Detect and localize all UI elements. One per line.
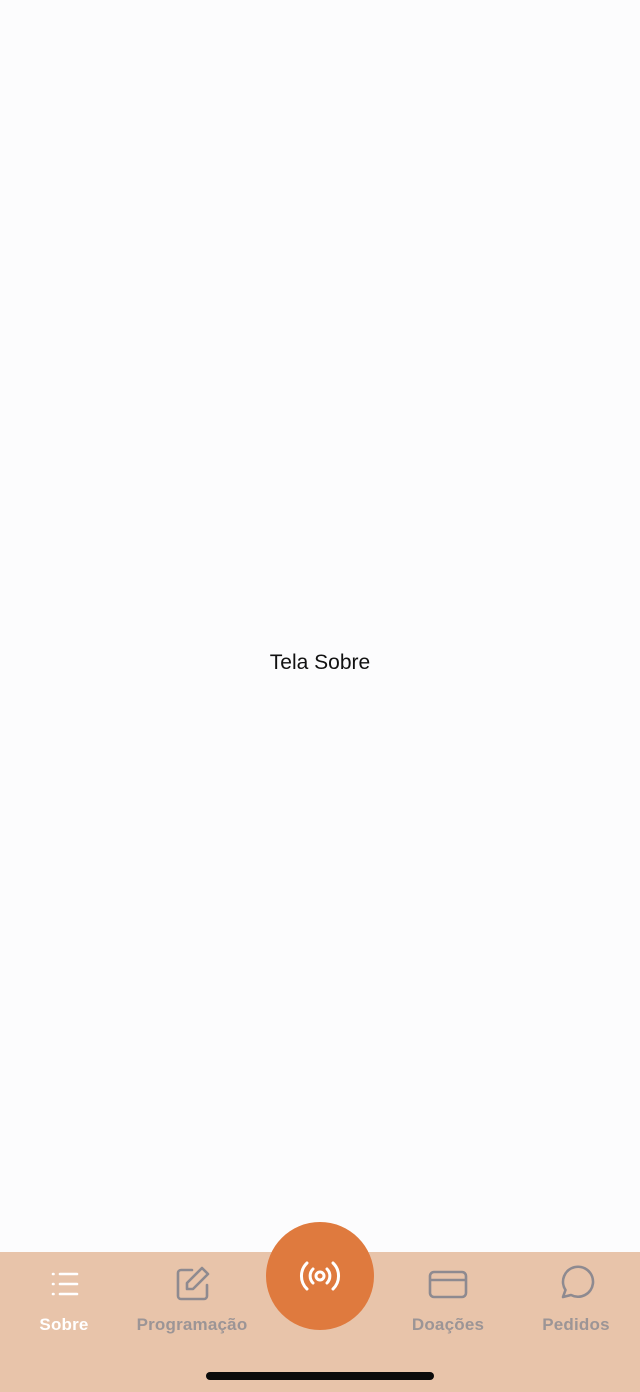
screen-content: Tela Sobre [0,0,640,1252]
radio-broadcast-icon [300,1261,340,1291]
tab-label-sobre: Sobre [39,1315,89,1334]
tab-label-programacao: Programação [136,1315,248,1334]
tab-pedidos[interactable]: Pedidos [512,1252,640,1352]
message-circle-icon [556,1264,596,1304]
credit-card-icon [428,1264,468,1304]
edit-icon [172,1264,212,1304]
tab-programacao[interactable]: Programação [128,1252,256,1352]
tab-label-doacoes: Doações [411,1315,485,1334]
tab-label-pedidos: Pedidos [542,1315,610,1334]
tab-sobre[interactable]: Sobre [0,1252,128,1352]
live-radio-button[interactable] [266,1222,374,1330]
tab-doacoes[interactable]: Doações [384,1252,512,1352]
screen-title: Tela Sobre [269,651,371,674]
home-indicator [206,1372,434,1380]
list-icon [44,1264,84,1304]
